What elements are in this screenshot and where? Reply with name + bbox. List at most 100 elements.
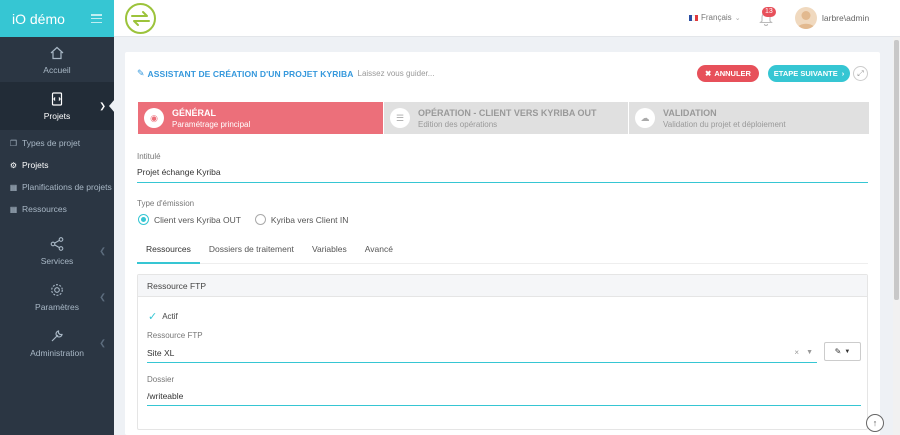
sidebar: iO démo Accueil Projets ❯ ❐ Types de pro… [0,0,115,435]
app-name[interactable]: iO démo [12,11,65,27]
projets-submenu: ❐ Types de projet ⚙ Projets ▦ Planificat… [0,130,114,228]
radio-dot [254,214,266,225]
box-title: Ressource FTP [138,275,867,297]
sub-item-label: Ressources [22,204,67,214]
calendar-icon: ▦ [9,182,18,192]
expand-icon[interactable]: ⤢ [853,66,868,81]
nav-item-parametres[interactable]: Paramètres ❮ [0,274,114,320]
sub-item-label: Planifications de projets [22,182,112,192]
actif-checkbox[interactable]: ✓ Actif [148,310,178,323]
menu-toggle-icon[interactable] [91,14,102,23]
tab-variables[interactable]: Variables [303,240,356,264]
close-icon: ✖ [705,69,712,78]
step-operation[interactable]: ☰ OPÉRATION - CLIENT VERS KYRIBA OUT Edi… [383,102,628,134]
share-icon [50,237,64,251]
app-logo[interactable] [123,2,158,35]
step-general[interactable]: ◉ GÉNÉRAL Paramétrage principal [138,102,383,134]
radio-label: Client vers Kyriba OUT [154,214,241,225]
dossier-label: Dossier [147,375,175,384]
user-name[interactable]: larbre\admin [822,13,869,23]
chevron-down-icon: ⌄ [734,14,741,22]
intitule-input[interactable]: Projet échange Kyriba [137,167,868,183]
radio-kyriba-vers-client[interactable]: Kyriba vers Client IN [254,214,349,225]
dossier-input[interactable]: /writeable [147,389,861,406]
language-label: Français [701,13,732,22]
ressource-ftp-label: Ressource FTP [147,331,203,340]
nav-item-label: Accueil [43,64,71,75]
tab-ressources[interactable]: Ressources [137,240,200,264]
type-emission-label: Type d'émission [137,199,195,208]
step-desc: Edition des opérations [418,119,498,129]
tab-dossiers[interactable]: Dossiers de traitement [200,240,303,264]
scrollbar-thumb[interactable] [894,40,899,300]
step-validation[interactable]: ☁ VALIDATION Validation du projet et dép… [628,102,869,134]
france-flag-icon [689,14,698,21]
nav-item-services[interactable]: Services ❮ [0,228,114,274]
clear-icon[interactable]: × [794,348,799,357]
radio-label: Kyriba vers Client IN [270,214,349,225]
caret-down-icon: ▼ [806,349,813,356]
chevron-left-icon: ❮ [99,338,106,348]
ressource-ftp-box: Ressource FTP ✓ Actif Ressource FTP Site… [137,274,868,430]
nav-item-label: Services [40,256,74,266]
page-subtitle: Laissez vous guider... [357,69,435,78]
nav-item-projets[interactable]: Projets ❯ [0,82,115,130]
chevron-left-icon: ❮ [99,246,106,256]
step-title: OPÉRATION - CLIENT VERS KYRIBA OUT [418,107,597,118]
nav-item-administration[interactable]: Administration ❮ [0,320,114,366]
scroll-to-top-icon[interactable]: ↑ [866,414,884,432]
chevron-down-icon: ❯ [99,101,106,111]
pencil-icon: ✎ [834,347,842,356]
intitule-label: Intitulé [137,152,161,161]
nav-item-label: Administration [30,348,84,358]
edit-resource-button[interactable]: ✎ ▼ [824,342,861,361]
wizard-panel: ✎ ASSISTANT DE CRÉATION D'UN PROJET KYRI… [125,52,880,435]
page-title: ASSISTANT DE CRÉATION D'UN PROJET KYRIBA [147,68,354,79]
gear-icon: ⚙ [9,160,18,170]
radio-client-vers-kyriba[interactable]: Client vers Kyriba OUT [138,214,241,225]
top-bar: Français ⌄ 13 larbre\admin [114,0,900,37]
nav-item-label: Paramètres [35,302,79,312]
nav-item-label: Projets [43,111,71,121]
cancel-label: ANNULER [714,69,751,78]
next-label: ETAPE SUIVANTE [773,69,838,78]
brand-bar: iO démo [0,0,114,37]
grid-icon: ▦ [9,204,18,214]
radio-dot [138,214,149,225]
step-desc: Paramétrage principal [172,119,251,129]
sub-item-ressources[interactable]: ▦ Ressources [0,198,114,220]
wizard-steps: ◉ GÉNÉRAL Paramétrage principal ☰ OPÉRAT… [138,102,869,134]
chevron-right-icon: › [841,69,845,78]
check-icon: ✓ [148,311,158,323]
active-indicator [109,99,115,113]
list-icon: ☰ [390,108,410,128]
lamp-icon: ◉ [144,108,164,128]
pencil-icon: ✎ [137,68,145,78]
page-scrollbar[interactable] [893,37,900,435]
ressource-ftp-select[interactable]: Site XL × ▼ [147,346,817,363]
sub-item-label: Types de projet [22,138,81,148]
tab-avance[interactable]: Avancé [356,240,402,264]
chevron-left-icon: ❮ [99,292,106,302]
cloud-upload-icon: ☁ [635,108,655,128]
select-value: Site XL [147,348,175,358]
home-icon [50,46,64,59]
step-desc: Validation du projet et déploiement [663,119,786,129]
settings-icon [51,284,63,296]
sub-item-label: Projets [22,160,49,170]
wrench-icon [51,330,63,342]
next-step-button[interactable]: ETAPE SUIVANTE › [768,65,850,82]
nav-item-accueil[interactable]: Accueil [0,37,114,82]
sub-item-types-de-projet[interactable]: ❐ Types de projet [0,132,114,154]
avatar[interactable] [795,7,817,29]
project-icon [51,92,63,106]
caret-down-icon: ▼ [844,348,851,355]
sub-item-projets[interactable]: ⚙ Projets [0,154,114,176]
form-tabs: Ressources Dossiers de traitement Variab… [137,240,868,264]
sub-item-planifications[interactable]: ▦ Planifications de projets [0,176,114,198]
notification-badge: 13 [762,7,776,17]
cancel-button[interactable]: ✖ ANNULER [697,65,759,82]
language-selector[interactable]: Français ⌄ [689,13,741,22]
checkbox-label: Actif [162,312,178,321]
type-emission-radio-group: Client vers Kyriba OUT Kyriba vers Clien… [138,214,348,225]
